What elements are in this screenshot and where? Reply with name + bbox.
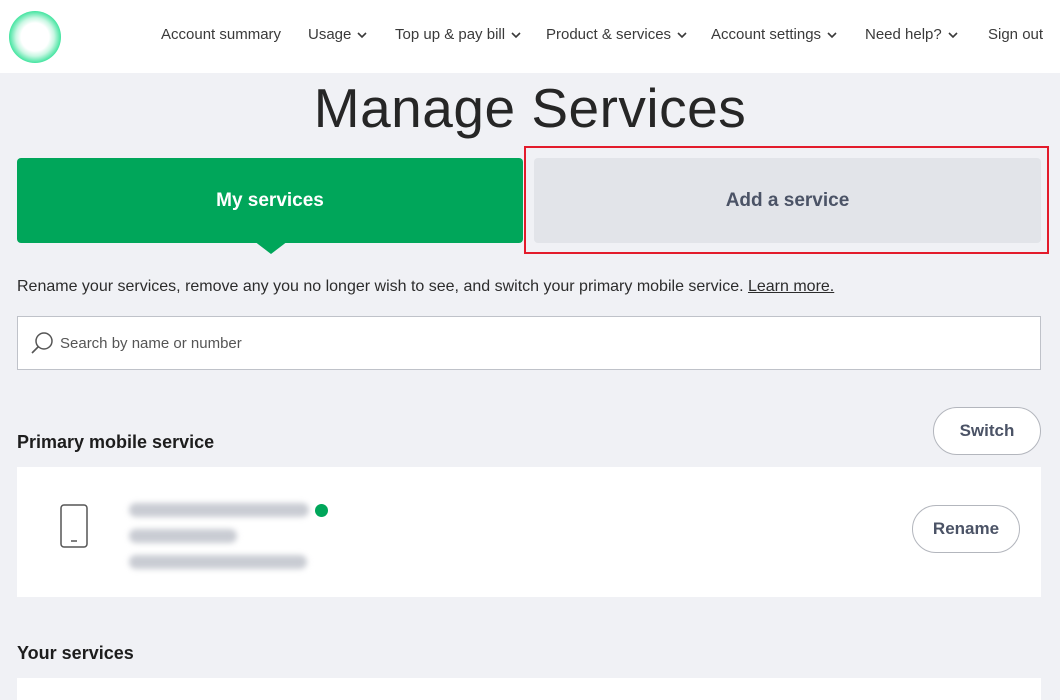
chevron-down-icon: [676, 29, 688, 41]
nav-item-label: Sign out: [988, 26, 1044, 43]
nav-item-label: Top up & pay bill: [395, 26, 506, 43]
active-tab-pointer: [254, 241, 288, 254]
nav-item-label: Usage: [308, 26, 352, 43]
chevron-down-icon: [510, 29, 522, 41]
redacted-service-number: [129, 529, 237, 543]
nav-item-label: Product & services: [546, 26, 672, 43]
redacted-service-name: [129, 503, 309, 517]
nav-product-services[interactable]: Product & services: [546, 26, 688, 43]
nav-usage[interactable]: Usage: [308, 26, 368, 43]
nav-item-label: Account summary: [161, 26, 282, 43]
chevron-down-icon: [356, 29, 368, 41]
search-icon: [30, 330, 56, 356]
nav-account-summary[interactable]: Account summary: [161, 26, 281, 43]
nav-links: Account summary Usage Top up & pay bill …: [0, 26, 1060, 48]
nav-top-up-pay-bill[interactable]: Top up & pay bill: [395, 26, 522, 43]
search-input[interactable]: [60, 334, 1040, 352]
intro-description: Rename your services, remove any you no …: [17, 278, 744, 295]
tab-label: Add a service: [725, 189, 850, 211]
nav-sign-out[interactable]: Sign out: [988, 26, 1043, 43]
top-navigation: Account summary Usage Top up & pay bill …: [0, 0, 1060, 73]
primary-service-heading: Primary mobile service: [17, 432, 215, 452]
nav-item-label: Account settings: [711, 26, 822, 43]
nav-account-settings[interactable]: Account settings: [711, 26, 838, 43]
redacted-service-alias: [129, 555, 307, 569]
your-services-heading: Your services: [17, 643, 134, 663]
intro-text: Rename your services, remove any you no …: [17, 278, 834, 296]
learn-more-link[interactable]: Learn more.: [748, 278, 834, 295]
primary-service-card: Rename: [17, 467, 1041, 597]
chevron-down-icon: [826, 29, 838, 41]
service-details-redacted: [129, 503, 309, 581]
active-status-indicator: [315, 504, 328, 517]
tab-my-services[interactable]: My services: [17, 158, 523, 243]
your-services-card: [17, 678, 1041, 700]
rename-button[interactable]: Rename: [912, 505, 1020, 553]
switch-button[interactable]: Switch: [933, 407, 1041, 455]
mobile-phone-icon: [59, 503, 89, 549]
nav-item-label: Need help?: [865, 26, 942, 43]
nav-need-help[interactable]: Need help?: [865, 26, 959, 43]
search-box[interactable]: [17, 316, 1041, 370]
page-title: Manage Services: [313, 77, 747, 139]
chevron-down-icon: [947, 29, 959, 41]
tab-add-a-service[interactable]: Add a service: [534, 158, 1041, 243]
tab-label: My services: [216, 189, 324, 211]
